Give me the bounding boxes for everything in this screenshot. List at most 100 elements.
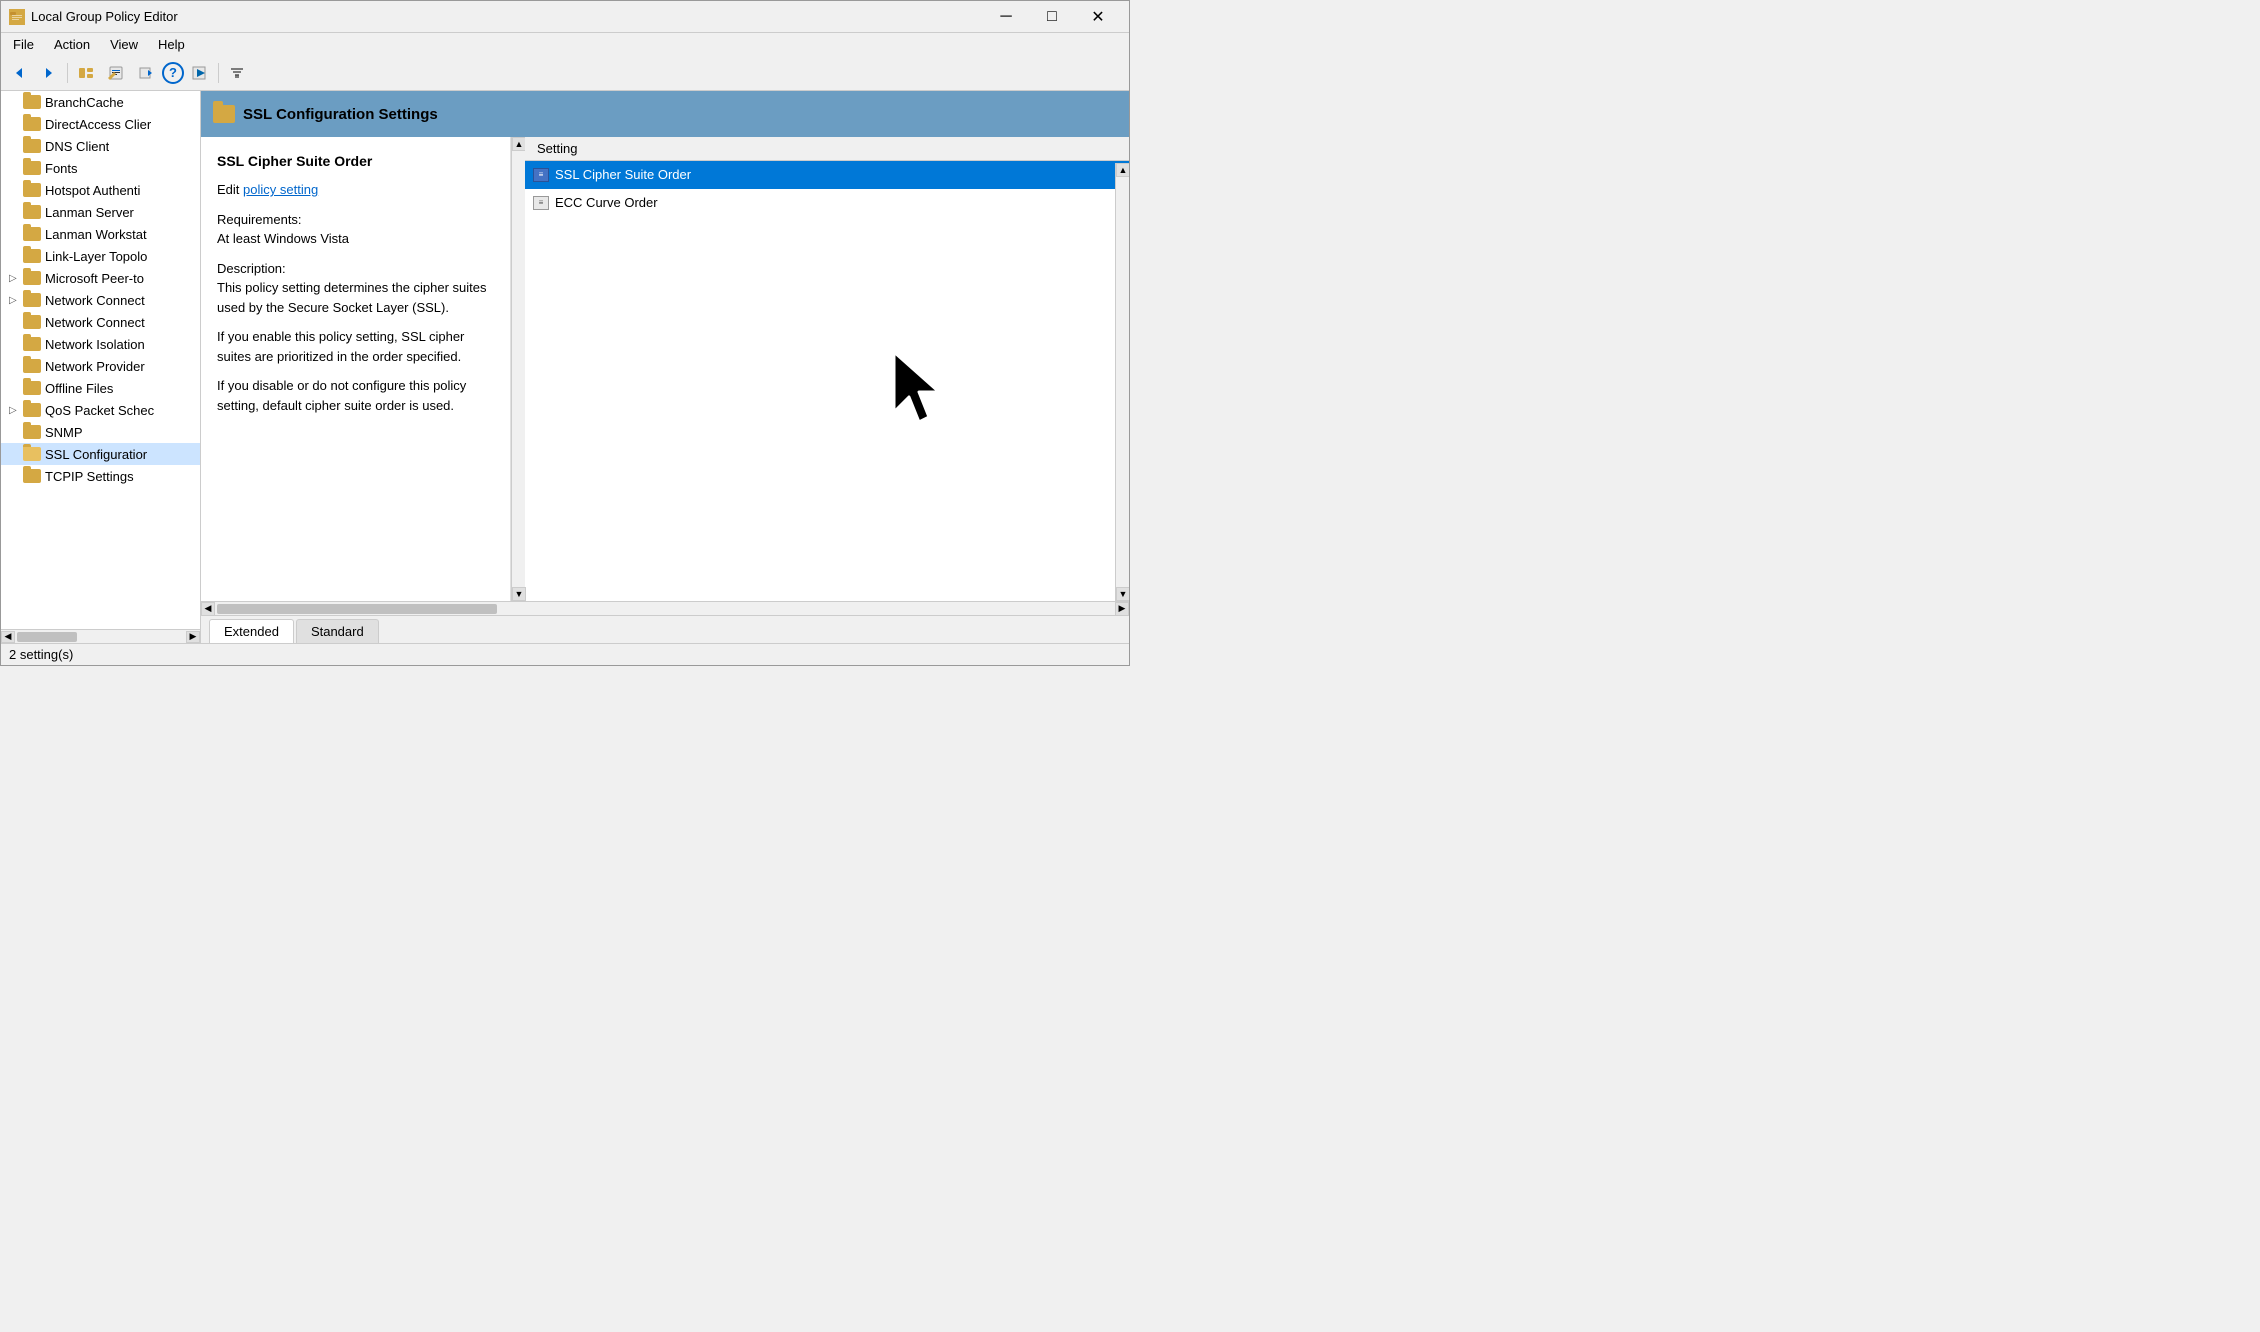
forward-button[interactable] (35, 59, 63, 87)
h-scroll-thumb (217, 604, 497, 614)
tabs-bar: Extended Standard (201, 615, 1129, 643)
desc-vscroll[interactable]: ▲ ▼ (511, 137, 525, 601)
sidebar-item-text-15: SNMP (45, 425, 83, 440)
expand-icon-8[interactable]: ▷ (9, 273, 23, 284)
settings-scroll-down[interactable]: ▼ (1116, 587, 1129, 601)
sidebar-scroll[interactable]: BranchCache DirectAccess Clier DNS Client F… (1, 91, 200, 629)
description-text3: If you disable or do not configure this … (217, 376, 494, 415)
h-scroll-left[interactable]: ◀ (201, 602, 215, 616)
folder-icon-9 (23, 293, 41, 307)
sidebar-item-0[interactable]: BranchCache (1, 91, 200, 113)
sidebar-item-13[interactable]: Offline Files (1, 377, 200, 399)
close-button[interactable]: ✕ (1075, 1, 1121, 33)
requirements-label: Requirements: (217, 212, 302, 227)
policy-setting-link[interactable]: policy setting (243, 182, 318, 197)
folder-icon-10 (23, 315, 41, 329)
description-text: Description: This policy setting determi… (217, 259, 494, 318)
sidebar-item-text-4: Hotspot Authenti (45, 183, 140, 198)
sidebar-item-1[interactable]: DirectAccess Clier (1, 113, 200, 135)
expand-icon-14[interactable]: ▷ (9, 405, 23, 416)
menu-help[interactable]: Help (150, 35, 193, 54)
minimize-button[interactable]: ─ (983, 1, 1029, 33)
properties-button[interactable] (102, 59, 130, 87)
folder-icon-16 (23, 447, 41, 461)
sidebar-item-4[interactable]: Hotspot Authenti (1, 179, 200, 201)
show-hide-tree-button[interactable] (72, 59, 100, 87)
sidebar-item-11[interactable]: Network Isolation (1, 333, 200, 355)
description-label: Description: (217, 261, 286, 276)
h-scroll-right[interactable]: ▶ (1115, 602, 1129, 616)
desc-scroll-down[interactable]: ▼ (512, 587, 526, 601)
h-scroll-right-arrow[interactable]: ▶ (186, 631, 200, 643)
edit-label: Edit (217, 182, 239, 197)
sidebar-item-14[interactable]: ▷QoS Packet Schec (1, 399, 200, 421)
sidebar-item-6[interactable]: Lanman Workstat (1, 223, 200, 245)
sidebar-item-2[interactable]: DNS Client (1, 135, 200, 157)
sidebar-item-3[interactable]: Fonts (1, 157, 200, 179)
maximize-button[interactable]: □ (1029, 1, 1075, 33)
sidebar-item-text-2: DNS Client (45, 139, 109, 154)
sidebar-item-16[interactable]: SSL Configuratior (1, 443, 200, 465)
panel-folder-icon (213, 105, 235, 123)
settings-vscroll[interactable]: ▲ ▼ (1115, 163, 1129, 601)
main-panel: SSL Configuration Settings SSL Cipher Su… (201, 91, 1129, 643)
settings-scroll-up[interactable]: ▲ (1116, 163, 1129, 177)
sidebar-item-text-3: Fonts (45, 161, 78, 176)
sidebar-item-text-1: DirectAccess Clier (45, 117, 151, 132)
description-panel: SSL Cipher Suite Order Edit policy setti… (201, 137, 511, 601)
desc-scroll-up[interactable]: ▲ (512, 137, 526, 151)
expand-icon-9[interactable]: ▷ (9, 295, 23, 306)
menu-view[interactable]: View (102, 35, 146, 54)
sidebar-hscrollbar[interactable]: ◀ ▶ (1, 629, 200, 643)
main-window: Local Group Policy Editor ─ □ ✕ File Act… (0, 0, 1130, 666)
sidebar-item-12[interactable]: Network Provider (1, 355, 200, 377)
sidebar-item-7[interactable]: Link-Layer Topolo (1, 245, 200, 267)
sidebar-item-15[interactable]: SNMP (1, 421, 200, 443)
sidebar-item-text-10: Network Connect (45, 315, 145, 330)
folder-icon-2 (23, 139, 41, 153)
back-button[interactable] (5, 59, 33, 87)
settings-list[interactable]: SSL Cipher Suite Order ECC Curve Order (525, 161, 1129, 601)
folder-icon-17 (23, 469, 41, 483)
folder-icon-12 (23, 359, 41, 373)
sidebar-item-text-17: TCPIP Settings (45, 469, 134, 484)
sidebar-item-8[interactable]: ▷ Microsoft Peer-to (1, 267, 200, 289)
title-bar: Local Group Policy Editor ─ □ ✕ (1, 1, 1129, 33)
description-text2: If you enable this policy setting, SSL c… (217, 327, 494, 366)
sidebar-item-text-16: SSL Configuratior (45, 447, 147, 462)
help-button[interactable]: ? (162, 62, 184, 84)
sidebar-item-10[interactable]: Network Connect (1, 311, 200, 333)
content-area: BranchCache DirectAccess Clier DNS Client F… (1, 91, 1129, 643)
sidebar-item-text-11: Network Isolation (45, 337, 145, 352)
requirements-value: At least Windows Vista (217, 231, 349, 246)
menu-bar: File Action View Help (1, 33, 1129, 55)
settings-header: Setting (525, 137, 1129, 161)
menu-file[interactable]: File (5, 35, 42, 54)
setting-row-1[interactable]: ECC Curve Order (525, 189, 1129, 217)
filter-button[interactable] (223, 59, 251, 87)
folder-icon-13 (23, 381, 41, 395)
status-bar: 2 setting(s) (1, 643, 1129, 665)
setting-row-0[interactable]: SSL Cipher Suite Order (525, 161, 1129, 189)
folder-icon-11 (23, 337, 41, 351)
description-text1: This policy setting determines the ciphe… (217, 280, 487, 315)
tab-extended[interactable]: Extended (209, 619, 294, 643)
h-scroll-thumb (17, 632, 77, 642)
sidebar-item-9[interactable]: ▷Network Connect (1, 289, 200, 311)
toolbar-separator-2 (218, 63, 219, 83)
window-controls: ─ □ ✕ (983, 1, 1121, 33)
run-button[interactable] (186, 59, 214, 87)
sidebar-item-text-6: Lanman Workstat (45, 227, 147, 242)
menu-action[interactable]: Action (46, 35, 98, 54)
setting-label-1: ECC Curve Order (555, 195, 658, 210)
sidebar-item-5[interactable]: Lanman Server (1, 201, 200, 223)
sidebar-item-17[interactable]: TCPIP Settings (1, 465, 200, 487)
sidebar-item-text-12: Network Provider (45, 359, 145, 374)
export-button[interactable] (132, 59, 160, 87)
horizontal-scrollbar[interactable]: ◀ ▶ (201, 601, 1129, 615)
settings-scroll-track (1116, 177, 1129, 587)
window-title: Local Group Policy Editor (31, 9, 983, 24)
tab-standard[interactable]: Standard (296, 619, 379, 643)
sidebar-item-text-8: Microsoft Peer-to (45, 271, 144, 286)
h-scroll-left-arrow[interactable]: ◀ (1, 631, 15, 643)
